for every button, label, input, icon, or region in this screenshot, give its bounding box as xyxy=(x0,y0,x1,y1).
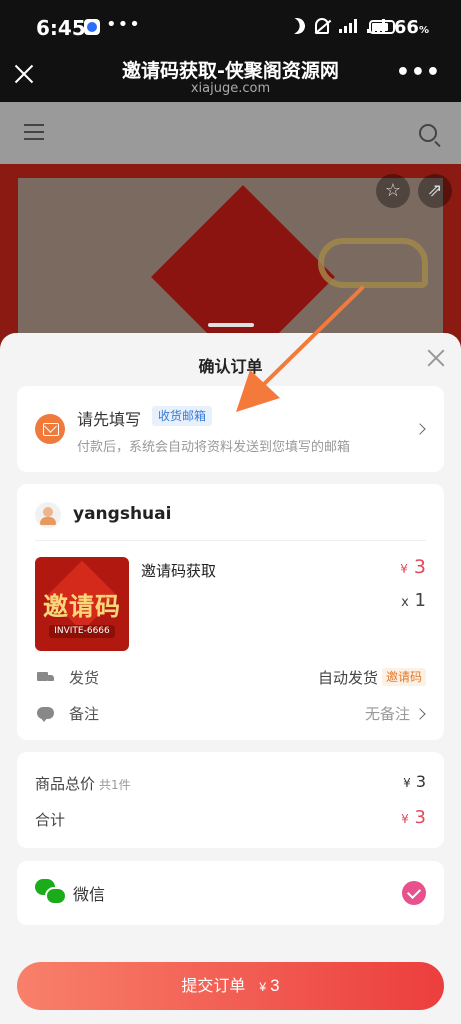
battery-icon xyxy=(369,20,395,34)
status-time: 6:45 xyxy=(36,16,86,40)
menu-icon[interactable] xyxy=(24,124,44,140)
shipping-value: 自动发货 xyxy=(317,669,378,687)
app-notification-icon xyxy=(84,19,100,35)
thumbnail-title: 邀请码 xyxy=(42,592,121,621)
note-value[interactable]: 无备注 xyxy=(365,703,410,724)
wechat-icon xyxy=(35,879,67,905)
do-not-disturb-icon xyxy=(287,16,308,37)
totals-card: 商品总价 共1件 ¥ 3 合计 ¥ 3 xyxy=(17,752,444,848)
payment-card[interactable]: 微信 xyxy=(17,861,444,925)
check-icon[interactable] xyxy=(402,881,426,905)
divider xyxy=(35,540,426,541)
product-card: yangshuai 邀请码 INVITE-6666 邀请码获取 ¥ 3 x 1 … xyxy=(17,484,444,740)
shipping-tag: 邀请码 xyxy=(381,668,426,686)
sheet-handle[interactable] xyxy=(208,323,254,327)
total-value: ¥ 3 xyxy=(401,807,426,828)
more-icon[interactable]: ••• xyxy=(396,60,441,85)
email-card[interactable]: 请先填写 收货邮箱 付款后，系统会自动将资料发送到您填写的邮箱 xyxy=(17,386,444,472)
status-bar: 6:45 ••• 66% xyxy=(0,0,461,54)
product-name: 邀请码获取 xyxy=(141,562,217,580)
share-icon[interactable]: ⇗ xyxy=(418,174,452,208)
submit-order-button[interactable]: 提交订单 ¥3 xyxy=(17,962,444,1010)
confirm-order-sheet: 确认订单 请先填写 收货邮箱 付款后，系统会自动将资料发送到您填写的邮箱 yan… xyxy=(0,323,461,1024)
email-label: 请先填写 xyxy=(77,410,142,429)
avatar xyxy=(35,502,61,528)
subtotal-count: 共1件 xyxy=(99,778,131,792)
page-title: 邀请码获取-侠聚阁资源网 xyxy=(122,60,339,82)
star-icon[interactable]: ☆ xyxy=(376,174,410,208)
banner-cloud xyxy=(318,238,428,288)
browser-title-bar: 邀请码获取-侠聚阁资源网 xiajuge.com ••• xyxy=(0,54,461,102)
search-icon[interactable] xyxy=(419,124,437,142)
product-quantity: x 1 xyxy=(401,590,426,611)
payment-method: 微信 xyxy=(73,885,106,904)
sheet-title: 确认订单 xyxy=(198,357,263,376)
truck-icon xyxy=(37,670,55,684)
battery-level: 66% xyxy=(393,17,429,38)
email-tag: 收货邮箱 xyxy=(152,406,213,426)
subtotal-label: 商品总价 共1件 xyxy=(35,775,131,793)
shipping-label: 发货 xyxy=(69,669,100,687)
status-more-icon: ••• xyxy=(106,14,141,35)
close-icon[interactable] xyxy=(427,349,445,367)
submit-price: ¥3 xyxy=(259,976,280,995)
chevron-right-icon[interactable] xyxy=(414,708,426,720)
subtotal-value: ¥ 3 xyxy=(403,772,426,791)
mail-icon xyxy=(35,414,65,444)
product-price: ¥ 3 xyxy=(400,556,426,578)
email-hint: 付款后，系统会自动将资料发送到您填写的邮箱 xyxy=(77,440,351,455)
note-label: 备注 xyxy=(69,705,100,723)
seller-name: yangshuai xyxy=(73,504,172,524)
product-thumbnail: 邀请码 INVITE-6666 xyxy=(35,557,129,651)
web-header xyxy=(0,102,461,164)
mute-icon xyxy=(315,18,329,34)
total-label: 合计 xyxy=(35,811,66,829)
comment-icon xyxy=(37,707,55,722)
page-domain: xiajuge.com xyxy=(190,81,271,96)
signal-icon xyxy=(339,19,357,33)
chevron-right-icon xyxy=(414,423,426,435)
thumbnail-code: INVITE-6666 xyxy=(49,625,115,638)
